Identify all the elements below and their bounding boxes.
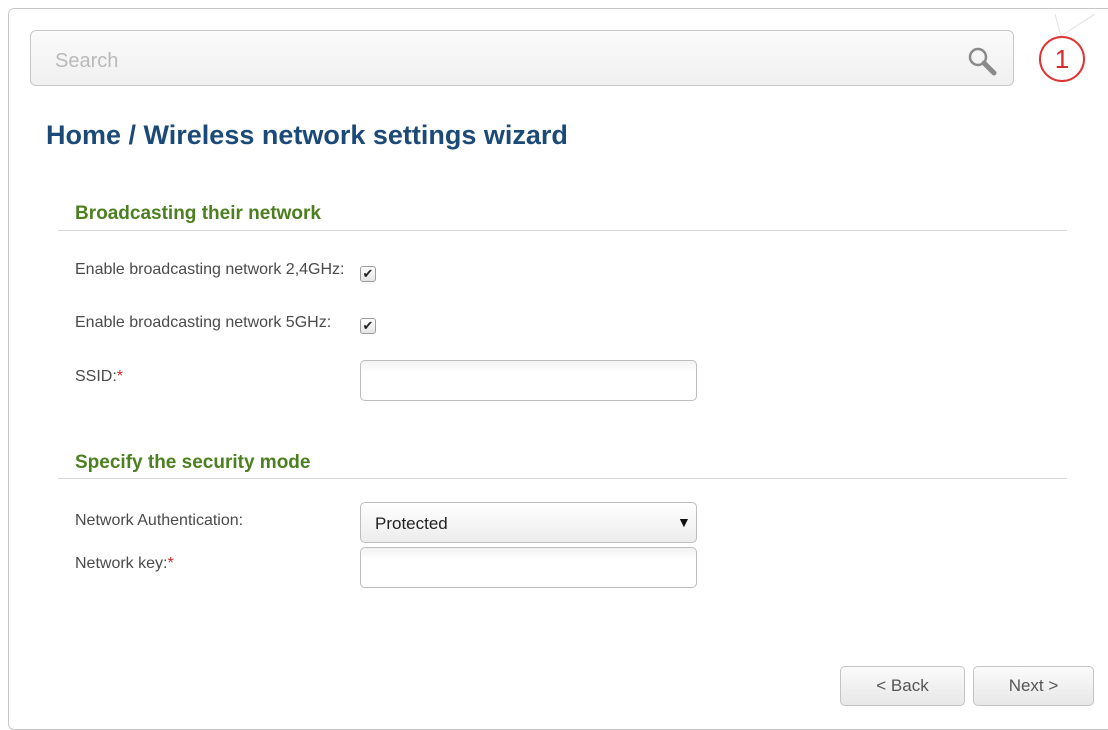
ssid-label: SSID:* — [75, 368, 124, 385]
search-bar[interactable] — [30, 30, 1014, 86]
section-title-security: Specify the security mode — [75, 452, 311, 473]
network-key-label: Network key:* — [75, 555, 174, 572]
breadcrumb: Home / Wireless network settings wizard — [46, 120, 568, 151]
enable-24ghz-label: Enable broadcasting network 2,4GHz: — [75, 261, 345, 278]
required-marker: * — [167, 555, 174, 572]
network-authentication-select[interactable]: Protected ▼ — [360, 502, 697, 543]
breadcrumb-separator: / — [121, 120, 144, 150]
notification-bubble-tail — [1055, 14, 1095, 37]
select-value: Protected — [375, 514, 448, 533]
section-divider — [58, 230, 1067, 231]
search-icon[interactable] — [966, 45, 998, 77]
enable-24ghz-checkbox[interactable]: ✔ — [360, 266, 376, 282]
checkmark-icon: ✔ — [362, 318, 374, 333]
next-button[interactable]: Next > — [973, 666, 1094, 706]
network-authentication-label: Network Authentication: — [75, 512, 244, 529]
back-button[interactable]: < Back — [840, 666, 965, 706]
enable-5ghz-checkbox[interactable]: ✔ — [360, 318, 376, 334]
required-marker: * — [116, 368, 124, 385]
notification-badge[interactable]: 1 — [1039, 36, 1085, 82]
page-title: Wireless network settings wizard — [143, 120, 568, 150]
search-input[interactable] — [53, 48, 937, 74]
breadcrumb-home[interactable]: Home — [46, 120, 121, 150]
ssid-input[interactable] — [360, 360, 697, 401]
checkmark-icon: ✔ — [362, 266, 374, 281]
chevron-down-icon: ▼ — [677, 514, 691, 530]
section-title-broadcasting: Broadcasting their network — [75, 203, 321, 224]
section-divider — [58, 478, 1067, 479]
enable-5ghz-label: Enable broadcasting network 5GHz: — [75, 314, 332, 331]
network-key-input[interactable] — [360, 547, 697, 588]
